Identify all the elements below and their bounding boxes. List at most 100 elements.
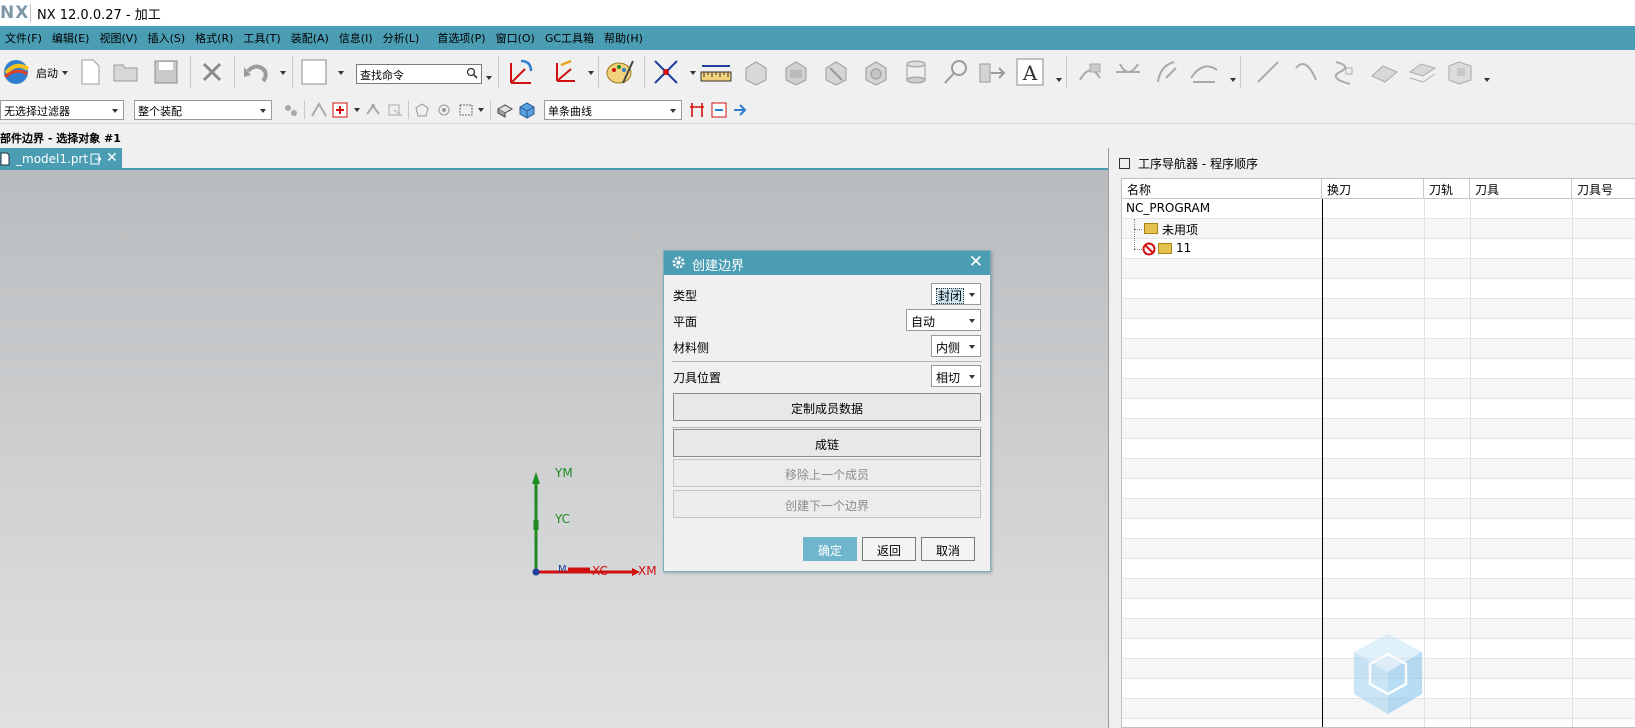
undo-icon[interactable] (240, 56, 272, 88)
custom-member-data-button[interactable]: 定制成员数据 (673, 393, 981, 421)
type-select[interactable]: 封闭 (931, 283, 981, 305)
part-icon-1[interactable] (740, 56, 772, 88)
table-row[interactable]: 未用项 (1122, 219, 1635, 249)
search-icon[interactable] (466, 67, 478, 79)
material-side-select[interactable]: 内侧 (931, 335, 981, 357)
shaft-icon[interactable] (976, 56, 1008, 88)
column-header-tool[interactable]: 刀具 (1470, 179, 1572, 199)
select-filter-icon-1[interactable] (310, 102, 328, 118)
text-icon[interactable]: A (1014, 56, 1046, 88)
save-icon[interactable] (150, 56, 182, 88)
surface-icon-2[interactable] (1406, 56, 1438, 88)
arrow-right-icon[interactable] (732, 102, 748, 118)
curve-tool-icon-4[interactable] (1188, 56, 1220, 88)
command-search-input[interactable]: 查找命令 (356, 64, 482, 84)
menu-window[interactable]: 窗口(O) (491, 30, 540, 46)
menu-view[interactable]: 视图(V) (94, 30, 142, 46)
follow-fillet-icon[interactable] (710, 101, 728, 119)
part-icon-4[interactable] (860, 56, 892, 88)
chain-button[interactable]: 成链 (673, 429, 981, 457)
cancel-button[interactable]: 取消 (921, 537, 975, 561)
type-filter-select[interactable]: 无选择过滤器 (0, 100, 124, 120)
table-row[interactable]: NC_PROGRAM (1122, 199, 1635, 219)
menu-file[interactable]: 文件(F) (0, 30, 47, 46)
cylinder-icon[interactable] (900, 56, 932, 88)
lasso-select-icon[interactable] (436, 102, 452, 118)
curve-dropdown-icon[interactable] (1230, 78, 1236, 82)
start-icon[interactable] (0, 56, 32, 88)
menu-edit[interactable]: 编辑(E) (47, 30, 95, 46)
blank-command-icon[interactable] (298, 56, 330, 88)
curve-tool-icon-1[interactable] (1074, 56, 1106, 88)
select-dropdown-icon[interactable] (354, 108, 360, 112)
ruler-icon[interactable] (700, 56, 732, 88)
menu-preferences[interactable]: 首选项(P) (432, 30, 490, 46)
measure-dropdown-icon[interactable] (690, 71, 696, 75)
part-icon-3[interactable] (820, 56, 852, 88)
column-header-tool-number[interactable]: 刀具号 (1572, 179, 1635, 199)
menu-info[interactable]: 信息(I) (334, 30, 378, 46)
wcs-dropdown-icon[interactable] (588, 71, 594, 75)
selection-scope-select[interactable]: 整个装配 (134, 100, 272, 120)
surface-icon-3[interactable] (1444, 56, 1476, 88)
menu-analysis[interactable]: 分析(L) (378, 30, 425, 46)
sphere-probe-icon[interactable] (940, 56, 972, 88)
polygon-select-icon[interactable] (414, 102, 430, 118)
rectangle-dropdown-icon[interactable] (478, 108, 484, 112)
tab-model1[interactable]: _model1.prt ✕ (0, 148, 122, 170)
measure-distance-icon[interactable] (650, 56, 682, 88)
undock-icon[interactable] (90, 153, 101, 165)
curve-tool-icon-2[interactable] (1112, 56, 1144, 88)
select-filter-icon-3[interactable] (386, 102, 404, 118)
plane-select[interactable]: 自动 (906, 309, 981, 331)
dialog-title-bar[interactable]: 创建边界 ✕ (664, 251, 990, 275)
palette-icon[interactable] (604, 56, 636, 88)
new-file-icon[interactable] (74, 56, 106, 88)
surface-icon-1[interactable] (1368, 56, 1400, 88)
table-row[interactable]: 11 (1122, 239, 1635, 259)
column-header-path[interactable]: 刀轨 (1424, 179, 1470, 199)
ok-button[interactable]: 确定 (803, 537, 857, 561)
menu-insert[interactable]: 插入(S) (143, 30, 191, 46)
delete-icon[interactable] (196, 56, 228, 88)
menu-gc-toolbox[interactable]: GC工具箱 (540, 30, 599, 46)
select-filter-icon-2[interactable] (364, 102, 382, 118)
start-label[interactable]: 启动 (36, 65, 58, 81)
line-icon[interactable] (1252, 56, 1284, 88)
close-icon[interactable]: ✕ (969, 253, 983, 271)
rectangle-select-icon[interactable] (458, 102, 474, 118)
selection-status: 部件边界 - 选择对象 #1 (0, 126, 1108, 146)
column-header-name[interactable]: 名称 (1122, 179, 1322, 199)
remove-previous-member-button[interactable]: 移除上一个成员 (673, 459, 981, 487)
tool-position-select[interactable]: 相切 (931, 365, 981, 387)
view-solid-icon[interactable] (496, 101, 514, 119)
close-tab-icon[interactable]: ✕ (106, 150, 118, 166)
spline-icon[interactable] (1328, 56, 1360, 88)
toolbar-separator (644, 56, 645, 88)
wcs-dynamic-icon[interactable] (504, 56, 536, 88)
select-all-icon[interactable] (331, 101, 349, 119)
curve-rule-select[interactable]: 单条曲线 (544, 100, 682, 120)
text-dropdown-icon[interactable] (1056, 78, 1062, 82)
window-icon[interactable] (1119, 158, 1130, 169)
menu-format[interactable]: 格式(R) (190, 30, 238, 46)
surface-dropdown-icon[interactable] (1484, 78, 1490, 82)
menu-help[interactable]: 帮助(H) (599, 30, 648, 46)
search-dropdown-icon[interactable] (486, 76, 492, 80)
start-dropdown-icon[interactable] (62, 71, 68, 75)
undo-dropdown-icon[interactable] (280, 71, 286, 75)
wcs-origin-icon[interactable] (548, 56, 580, 88)
column-header-tool-change[interactable]: 换刀 (1322, 179, 1424, 199)
command-dropdown-icon[interactable] (338, 71, 344, 75)
part-icon-2[interactable] (780, 56, 812, 88)
create-next-boundary-button[interactable]: 创建下一个边界 (673, 490, 981, 518)
open-file-icon[interactable] (110, 56, 142, 88)
stop-at-intersection-icon[interactable] (688, 101, 706, 119)
back-button[interactable]: 返回 (862, 537, 916, 561)
assembly-filter-icon[interactable] (282, 102, 300, 118)
menu-tools[interactable]: 工具(T) (238, 30, 285, 46)
arc-icon[interactable] (1290, 56, 1322, 88)
curve-tool-icon-3[interactable] (1150, 56, 1182, 88)
menu-assembly[interactable]: 装配(A) (286, 30, 334, 46)
view-cube-icon[interactable] (518, 101, 536, 119)
